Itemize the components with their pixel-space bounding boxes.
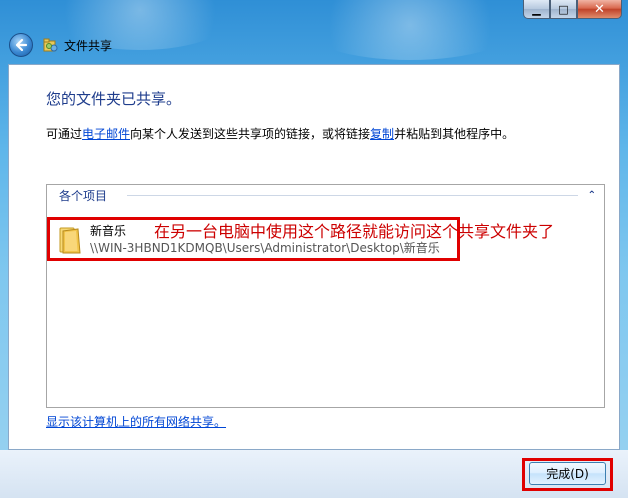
desc-text-1: 可通过 xyxy=(46,127,83,141)
back-arrow-icon xyxy=(15,38,28,52)
panel-header-label: 各个项目 xyxy=(59,188,108,203)
folder-icon xyxy=(59,227,81,254)
header-divider xyxy=(127,195,578,196)
copy-link[interactable]: 复制 xyxy=(370,127,394,141)
back-button[interactable] xyxy=(9,33,33,57)
email-link[interactable]: 电子邮件 xyxy=(82,127,130,141)
shared-items-panel: 各个项目 ⌃ 新音乐 \\WIN-3HBND1KDMQB\Users\Admin… xyxy=(46,184,605,408)
desc-text-2: 向某个人发送到这些共享项的链接，或将链接 xyxy=(130,127,371,141)
file-share-icon xyxy=(43,38,58,52)
maximize-icon: □ xyxy=(558,2,569,16)
show-network-shares-link[interactable]: 显示该计算机上的所有网络共享。 xyxy=(46,413,226,430)
chevron-up-icon[interactable]: ⌃ xyxy=(588,190,596,201)
annotation-text: 在另一台电脑中使用这个路径就能访问这个共享文件夹了 xyxy=(154,222,555,241)
dialog-content: 您的文件夹已共享。 可通过电子邮件向某个人发送到这些共享项的链接，或将链接复制并… xyxy=(8,64,620,450)
finish-button[interactable]: 完成(D) xyxy=(529,462,606,485)
caption-buttons: ▁ □ ✕ xyxy=(523,0,622,20)
desc-text-3: 并粘贴到其他程序中。 xyxy=(394,127,515,141)
minimize-button[interactable]: ▁ xyxy=(523,0,550,19)
close-button[interactable]: ✕ xyxy=(577,0,622,19)
page-title: 您的文件夹已共享。 xyxy=(46,90,182,108)
window-title: 文件共享 xyxy=(64,38,113,53)
maximize-button[interactable]: □ xyxy=(550,0,577,19)
item-name: 新音乐 xyxy=(90,224,127,238)
navigation-bar: 文件共享 xyxy=(9,33,112,57)
window-frame: ▁ □ ✕ 文件共享 您的文件夹已共享。 可通过电子邮件向某个人发送到这些共享项… xyxy=(0,0,628,498)
item-path: \\WIN-3HBND1KDMQB\Users\Administrator\De… xyxy=(90,241,440,255)
share-description: 可通过电子邮件向某个人发送到这些共享项的链接，或将链接复制并粘贴到其他程序中。 xyxy=(46,125,514,142)
glass-decoration xyxy=(300,0,520,60)
minimize-icon: ▁ xyxy=(532,2,541,16)
close-icon: ✕ xyxy=(594,1,605,17)
